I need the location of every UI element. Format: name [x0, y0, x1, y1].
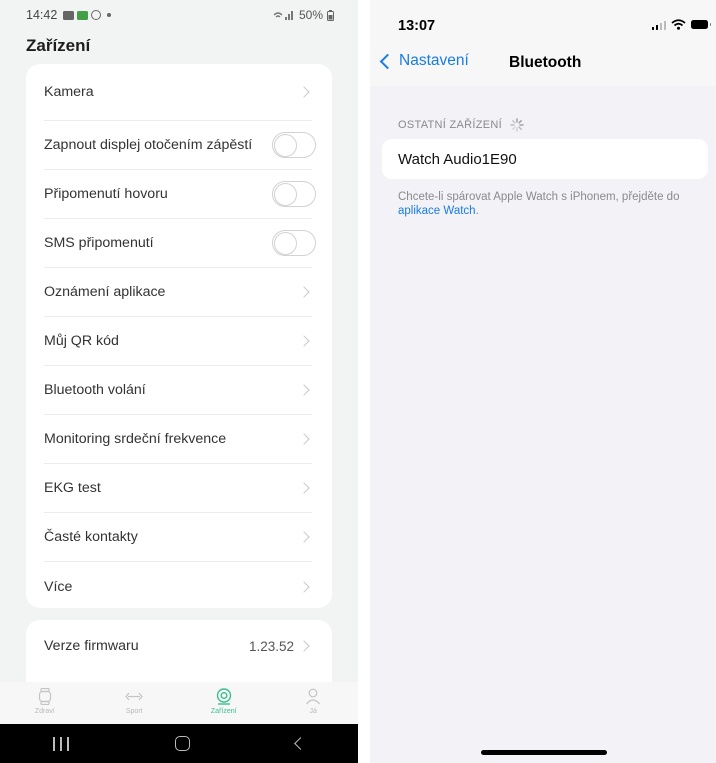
tab-health[interactable]: Zdraví	[0, 682, 90, 724]
chevron-right-icon	[298, 384, 310, 396]
device-name: Watch Audio1E90	[398, 150, 517, 168]
setting-label: Monitoring srdeční frekvence	[44, 431, 227, 447]
gallery-notification-icon	[63, 10, 75, 20]
bottom-tab-bar: Zdraví Sport Zařízení Já	[0, 682, 358, 724]
device-settings-list: Kamera Zapnout displej otočením zápěstí …	[26, 64, 332, 608]
section-header-label: OSTATNÍ ZAŘÍZENÍ	[398, 119, 503, 131]
setting-label: Oznámení aplikace	[44, 284, 166, 300]
wifi-icon	[671, 19, 686, 30]
setting-row-firmware[interactable]: Verze firmwaru 1.23.52	[44, 620, 312, 672]
sms-reminder-toggle[interactable]	[272, 230, 316, 256]
tab-label: Já	[309, 708, 317, 715]
section-header: OSTATNÍ ZAŘÍZENÍ	[398, 118, 524, 132]
notification-icons	[63, 10, 112, 20]
setting-row-more[interactable]: Více	[44, 562, 312, 611]
tab-sport[interactable]: Sport	[90, 682, 180, 724]
status-icons	[651, 19, 711, 30]
home-indicator[interactable]	[481, 750, 607, 755]
setting-row-app-notifications[interactable]: Oznámení aplikace	[44, 268, 312, 317]
back-button[interactable]: Nastavení	[378, 52, 469, 70]
recent-apps-icon[interactable]	[53, 736, 69, 751]
status-time: 14:42	[26, 8, 58, 22]
app-notification-icon	[77, 10, 89, 20]
setting-row-sms-reminder: SMS připomenutí	[44, 219, 316, 268]
back-icon[interactable]	[294, 737, 307, 750]
tab-me[interactable]: Já	[269, 682, 359, 724]
chevron-right-icon	[298, 433, 310, 445]
setting-row-wrist-raise: Zapnout displej otočením zápěstí	[44, 121, 316, 170]
setting-label: EKG test	[44, 480, 101, 496]
setting-row-qr-code[interactable]: Můj QR kód	[44, 317, 312, 366]
chevron-right-icon	[298, 580, 310, 593]
setting-row-call-reminder: Připomenutí hovoru	[44, 170, 316, 219]
firmware-card: Verze firmwaru 1.23.52	[26, 620, 332, 690]
pairing-hint: Chcete-li spárovat Apple Watch s iPhonem…	[398, 190, 688, 219]
tab-label: Zařízení	[210, 708, 237, 715]
setting-label: Kamera	[44, 84, 94, 100]
setting-label: Bluetooth volání	[44, 382, 146, 398]
sync-notification-icon	[91, 10, 102, 20]
home-icon[interactable]	[175, 736, 190, 751]
setting-label: Více	[44, 578, 73, 595]
setting-row-camera[interactable]: Kamera	[44, 64, 312, 121]
loading-spinner-icon	[510, 118, 524, 132]
setting-row-frequent-contacts[interactable]: Časté kontakty	[44, 513, 312, 562]
pairing-hint-text: Chcete-li spárovat Apple Watch s iPhonem…	[398, 191, 680, 203]
status-time: 13:07	[398, 18, 436, 34]
battery-icon	[327, 9, 334, 21]
ios-header: 13:07 Nastavení Bluetooth	[370, 0, 716, 86]
ios-screen: 13:07 Nastavení Bluetooth OSTATNÍ ZAŘÍZE…	[370, 0, 716, 763]
chevron-right-icon	[298, 482, 310, 494]
chevron-right-icon	[298, 640, 310, 652]
dumbbell-icon	[125, 692, 144, 701]
page-title: Bluetooth	[509, 54, 582, 71]
page-title: Zařízení	[26, 36, 91, 55]
back-label: Nastavení	[399, 52, 469, 69]
status-right: 50%	[273, 8, 334, 22]
android-screen: 14:42 50% Zařízení Kamera Zapnout disple…	[0, 0, 358, 763]
setting-row-bluetooth-calling[interactable]: Bluetooth volání	[44, 366, 312, 415]
setting-label: Časté kontakty	[44, 529, 138, 545]
battery-icon	[691, 20, 711, 29]
person-icon	[306, 688, 321, 705]
chevron-right-icon	[298, 531, 310, 543]
tab-label: Zdraví	[34, 708, 55, 715]
battery-percent: 50%	[298, 8, 323, 22]
call-reminder-toggle[interactable]	[272, 181, 316, 207]
more-notifications-icon	[107, 13, 112, 17]
tab-label: Sport	[125, 708, 143, 715]
chevron-right-icon	[298, 335, 310, 347]
firmware-version: 1.23.52	[248, 638, 294, 654]
pairing-hint-end: .	[475, 205, 479, 218]
watch-icon	[38, 688, 51, 705]
setting-label: Můj QR kód	[44, 333, 119, 349]
android-status-bar: 14:42 50%	[0, 0, 358, 30]
firmware-label: Verze firmwaru	[44, 638, 139, 654]
chevron-right-icon	[298, 286, 310, 298]
setting-row-ecg-test[interactable]: EKG test	[44, 464, 312, 513]
device-icon	[216, 688, 231, 705]
setting-row-heart-rate[interactable]: Monitoring srdeční frekvence	[44, 415, 312, 464]
cellular-signal-icon	[651, 20, 666, 30]
setting-label: SMS připomenutí	[44, 235, 154, 251]
setting-label: Připomenutí hovoru	[44, 186, 168, 202]
chevron-left-icon	[379, 53, 396, 69]
watch-app-link[interactable]: aplikace Watch	[398, 205, 476, 217]
wrist-raise-toggle[interactable]	[272, 132, 316, 158]
setting-label: Zapnout displej otočením zápěstí	[44, 137, 253, 153]
wifi-signal-icon	[273, 10, 293, 20]
chevron-right-icon	[298, 86, 310, 98]
bluetooth-device-row[interactable]: Watch Audio1E90	[382, 139, 708, 179]
android-nav-bar	[0, 724, 358, 763]
tab-device[interactable]: Zařízení	[179, 682, 269, 724]
